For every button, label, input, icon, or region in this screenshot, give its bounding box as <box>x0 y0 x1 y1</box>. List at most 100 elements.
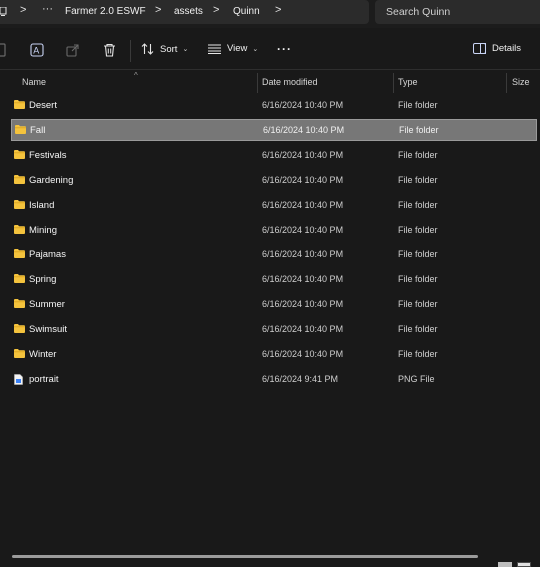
file-name: Island <box>29 199 55 211</box>
breadcrumb-chevron-icon[interactable]: > <box>213 4 219 16</box>
file-date-modified: 6/16/2024 10:40 PM <box>262 174 344 185</box>
file-date-modified: 6/16/2024 10:40 PM <box>262 299 344 310</box>
file-row[interactable]: Desert 6/16/2024 10:40 PM File folder <box>0 94 537 116</box>
folder-icon <box>14 174 25 187</box>
view-toggle-details[interactable] <box>498 562 512 567</box>
column-header: ^ Name Date modified Type Size <box>0 71 540 93</box>
sort-icon <box>141 43 154 55</box>
file-type: File folder <box>398 199 438 210</box>
file-row[interactable]: Pajamas 6/16/2024 10:40 PM File folder <box>0 243 537 265</box>
rename-icon[interactable]: A <box>30 43 44 60</box>
file-date-modified: 6/16/2024 9:41 PM <box>262 373 339 384</box>
file-row[interactable]: Winter 6/16/2024 10:40 PM File folder <box>0 343 537 365</box>
folder-icon <box>14 199 25 212</box>
file-row[interactable]: Gardening 6/16/2024 10:40 PM File folder <box>0 169 537 191</box>
file-row[interactable]: Summer 6/16/2024 10:40 PM File folder <box>0 293 537 315</box>
breadcrumb-item-quinn[interactable]: Quinn <box>233 6 260 17</box>
details-pane-icon <box>473 43 486 54</box>
column-divider[interactable] <box>506 73 507 93</box>
breadcrumb-chevron-icon[interactable]: > <box>20 4 26 16</box>
file-date-modified: 6/16/2024 10:40 PM <box>262 324 344 335</box>
sort-label: Sort <box>160 43 178 55</box>
chevron-down-icon: ⌄ <box>182 46 189 53</box>
file-type: File folder <box>398 174 438 185</box>
file-type: File folder <box>398 299 438 310</box>
file-name: Fall <box>30 124 46 136</box>
file-date-modified: 6/16/2024 10:40 PM <box>262 100 344 110</box>
file-name: Swimsuit <box>29 324 68 336</box>
file-row[interactable]: Island 6/16/2024 10:40 PM File folder <box>0 194 537 216</box>
breadcrumb-item-assets[interactable]: assets <box>174 6 203 17</box>
breadcrumb-chevron-icon[interactable]: > <box>155 4 161 16</box>
this-pc-icon[interactable] <box>0 6 7 20</box>
file-date-modified: 6/16/2024 10:40 PM <box>263 124 345 135</box>
file-date-modified: 6/16/2024 10:40 PM <box>262 274 344 285</box>
search-placeholder: Search Quinn <box>386 6 451 18</box>
file-type: File folder <box>398 249 438 260</box>
file-type: File folder <box>398 149 438 160</box>
file-name: Gardening <box>29 174 74 186</box>
view-button[interactable]: View ⌄ <box>208 43 258 54</box>
file-date-modified: 6/16/2024 10:40 PM <box>262 149 344 160</box>
file-name: portrait <box>29 373 59 385</box>
file-row[interactable]: Mining 6/16/2024 10:40 PM File folder <box>0 219 537 241</box>
sort-caret-icon: ^ <box>134 71 138 80</box>
view-icon <box>208 44 221 54</box>
breadcrumb[interactable]: > ··· Farmer 2.0 ESWF > assets > Quinn > <box>0 0 369 24</box>
svg-text:A: A <box>33 46 39 56</box>
column-header-size[interactable]: Size <box>512 77 530 87</box>
sort-button[interactable]: Sort ⌄ <box>141 43 188 55</box>
column-divider[interactable] <box>257 73 258 93</box>
file-name: Desert <box>29 100 57 111</box>
details-label: Details <box>492 43 522 54</box>
folder-icon <box>14 349 25 361</box>
file-date-modified: 6/16/2024 10:40 PM <box>262 224 344 235</box>
file-row[interactable]: Swimsuit 6/16/2024 10:40 PM File folder <box>0 318 537 340</box>
breadcrumb-item-farmer[interactable]: Farmer 2.0 ESWF <box>65 6 146 17</box>
folder-icon <box>14 224 25 237</box>
file-row[interactable]: Spring 6/16/2024 10:40 PM File folder <box>0 268 537 290</box>
file-type: File folder <box>398 274 438 285</box>
file-name: Summer <box>29 299 65 311</box>
address-bar-row: > ··· Farmer 2.0 ESWF > assets > Quinn >… <box>0 0 540 28</box>
file-row[interactable]: Fall 6/16/2024 10:40 PM File folder <box>11 118 537 141</box>
breadcrumb-chevron-icon[interactable]: > <box>275 4 281 16</box>
file-type: File folder <box>399 124 439 135</box>
folder-icon <box>14 249 25 261</box>
toolbar-divider <box>130 40 131 62</box>
file-date-modified: 6/16/2024 10:40 PM <box>262 199 344 210</box>
column-divider[interactable] <box>393 73 394 93</box>
file-name: Festivals <box>29 149 67 161</box>
column-header-type[interactable]: Type <box>398 77 418 87</box>
folder-icon <box>14 149 25 162</box>
file-type: File folder <box>398 349 438 359</box>
folder-icon <box>14 274 25 286</box>
column-header-name[interactable]: Name <box>22 77 46 87</box>
file-row[interactable]: portrait 6/16/2024 9:41 PM PNG File <box>0 368 537 390</box>
folder-icon <box>14 324 25 336</box>
file-row[interactable]: Festivals 6/16/2024 10:40 PM File folder <box>0 144 537 166</box>
file-type: PNG File <box>398 373 435 384</box>
details-pane-button[interactable]: Details <box>473 43 521 54</box>
file-type: File folder <box>398 224 438 235</box>
file-date-modified: 6/16/2024 10:40 PM <box>262 349 344 359</box>
file-date-modified: 6/16/2024 10:40 PM <box>262 249 344 260</box>
column-header-date[interactable]: Date modified <box>262 77 318 87</box>
search-input[interactable]: Search Quinn <box>375 0 540 24</box>
more-options-button[interactable]: ··· <box>277 42 292 56</box>
png-file-icon <box>14 374 23 388</box>
folder-icon <box>15 124 26 137</box>
view-toggle-tiles[interactable] <box>517 562 531 567</box>
file-type: File folder <box>398 100 438 110</box>
file-type: File folder <box>398 324 438 335</box>
folder-icon <box>14 299 25 311</box>
file-name: Pajamas <box>29 249 66 261</box>
share-icon[interactable] <box>66 43 80 60</box>
horizontal-scrollbar[interactable] <box>12 555 478 558</box>
breadcrumb-overflow-button[interactable]: ··· <box>42 3 53 15</box>
delete-icon[interactable] <box>103 43 116 60</box>
view-label: View <box>227 43 248 54</box>
command-bar: A Sort ⌄ View ⌄ ··· Details <box>0 30 540 70</box>
paste-icon[interactable] <box>0 43 6 60</box>
folder-icon <box>14 100 25 112</box>
